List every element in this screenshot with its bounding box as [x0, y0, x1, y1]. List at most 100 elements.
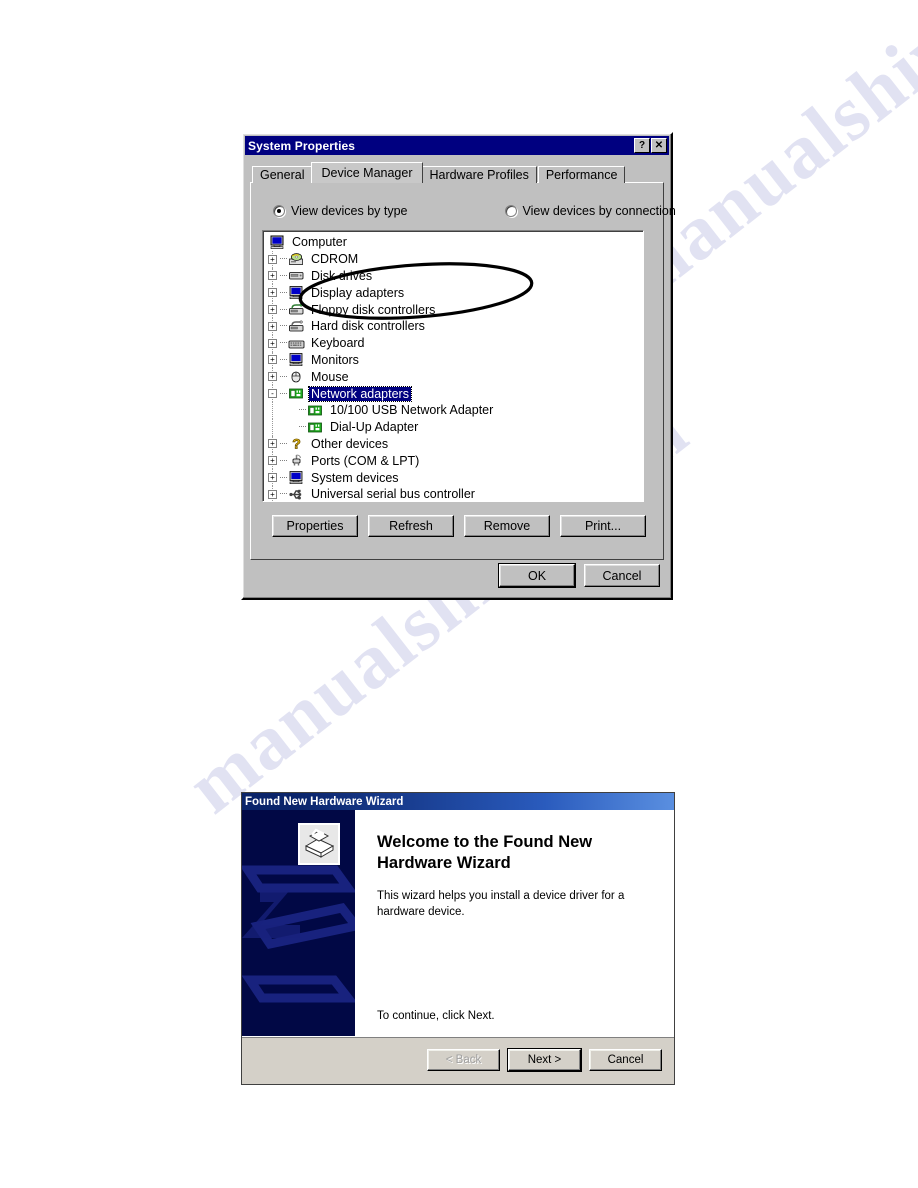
cancel-button-label: Cancel [602, 568, 642, 583]
tab-hardware-profiles[interactable]: Hardware Profiles [421, 166, 537, 183]
tree-guide-dash [280, 442, 287, 445]
tree-guide-dash [299, 426, 306, 428]
expand-toggle-icon[interactable]: + [268, 355, 277, 365]
expand-toggle-icon[interactable]: + [268, 254, 277, 264]
wizard-back-button-label: < Back [445, 1054, 482, 1066]
network-adapter-icon [288, 386, 305, 401]
tree-item-universal-serial-bus-controller[interactable]: + Universal serial bus controller [268, 485, 643, 501]
wizard-back-button[interactable]: < Back [427, 1049, 500, 1071]
radio-button-icon [273, 205, 285, 217]
tree-item-10-100-usb-network-adapter[interactable]: 10/100 USB Network Adapter [268, 401, 643, 419]
device-tree-listbox[interactable]: Computer + CDROM + Disk drives + Display adapt… [262, 230, 644, 502]
tab-general-label: General [260, 168, 305, 182]
tree-guide-dash [280, 308, 287, 311]
expand-toggle-icon[interactable]: + [268, 439, 277, 449]
tab-device-manager-label: Device Manager [321, 166, 413, 180]
tree-item-cdrom[interactable]: + CDROM [268, 250, 643, 268]
tree-item-system-devices[interactable]: + System devices [268, 469, 643, 486]
tree-item-keyboard[interactable]: + Keyboard [268, 334, 643, 352]
tab-performance[interactable]: Performance [537, 166, 626, 183]
remove-button[interactable]: Remove [464, 515, 550, 537]
monitor-icon [288, 352, 305, 367]
wizard-description: This wizard helps you install a device d… [377, 890, 625, 918]
cancel-button[interactable]: Cancel [584, 564, 660, 587]
title-bar: System Properties ? ✕ [245, 136, 669, 155]
tree-guide-dash [280, 274, 287, 277]
wizard-next-button-label: Next > [527, 1054, 562, 1066]
tree-item-ports-com-lpt[interactable]: + Ports (COM & LPT) [268, 452, 643, 470]
expand-toggle-icon[interactable]: + [268, 271, 277, 281]
computer-icon [269, 235, 286, 250]
tree-guide-dash [280, 325, 287, 327]
tab-device-manager[interactable]: Device Manager [311, 162, 423, 183]
refresh-button-label: Refresh [389, 519, 433, 533]
expand-toggle-icon[interactable]: + [268, 305, 277, 315]
tree-item-label: Display adapters [311, 285, 405, 300]
tree-item-disk-drives[interactable]: + Disk drives [268, 267, 643, 285]
tree-guide-dash [280, 493, 287, 495]
tree-guide-dash [280, 459, 287, 462]
tree-item-network-adapters[interactable]: - Network adapters [268, 385, 643, 402]
tree-item-floppy-disk-controllers[interactable]: + Floppy disk controllers [268, 301, 643, 318]
close-button[interactable]: ✕ [651, 138, 667, 153]
tab-strip: General Device Manager Hardware Profiles… [252, 162, 626, 183]
radio-view-by-type[interactable]: View devices by type [273, 204, 408, 218]
properties-button-label: Properties [286, 519, 344, 533]
tree-guide-line [272, 401, 274, 419]
tree-item-label: Other devices [311, 436, 389, 451]
tree-item-monitors[interactable]: + Monitors [268, 351, 643, 369]
refresh-button[interactable]: Refresh [368, 515, 454, 537]
tree-item-label: Ports (COM & LPT) [311, 453, 420, 468]
keyboard-icon [288, 336, 305, 351]
disk-drive-icon [288, 268, 305, 283]
cdrom-icon [288, 252, 305, 267]
wizard-side-banner [242, 810, 355, 1036]
expand-toggle-icon[interactable]: + [268, 489, 277, 499]
tree-item-label: 10/100 USB Network Adapter [330, 403, 494, 418]
wizard-title-bar: Found New Hardware Wizard [242, 793, 674, 810]
ok-button[interactable]: OK [498, 563, 576, 588]
help-button[interactable]: ? [634, 138, 650, 153]
expand-toggle-icon[interactable]: + [268, 456, 277, 466]
network-adapter-icon [307, 420, 324, 435]
radio-view-by-connection[interactable]: View devices by connection [504, 204, 676, 218]
tree-item-computer[interactable]: Computer [268, 234, 643, 251]
tree-item-label: Floppy disk controllers [311, 302, 436, 317]
system-device-icon [288, 470, 305, 485]
tree-guide-dash [299, 409, 306, 411]
tree-item-hard-disk-controllers[interactable]: + Hard disk controllers [268, 317, 643, 335]
tree-guide-dash [280, 342, 287, 344]
properties-button[interactable]: Properties [272, 515, 358, 537]
device-manager-panel: View devices by type View devices by con… [250, 182, 676, 560]
tree-item-mouse[interactable]: + Mouse [268, 368, 643, 386]
network-adapter-icon [307, 403, 324, 418]
display-adapter-icon [288, 285, 305, 300]
expand-toggle-icon[interactable]: + [268, 473, 277, 483]
expand-toggle-icon[interactable]: + [268, 338, 277, 348]
radio-view-by-type-label: View devices by type [291, 204, 408, 218]
tree-item-label: Dial-Up Adapter [330, 420, 419, 435]
tree-item-other-devices[interactable]: +? Other devices [268, 436, 643, 453]
collapse-toggle-icon[interactable]: - [268, 389, 277, 399]
hard-disk-controller-icon [288, 319, 305, 334]
radio-view-by-connection-label: View devices by connection [522, 204, 676, 218]
device-action-buttons: Properties Refresh Remove Print... [272, 515, 646, 537]
wizard-heading: Welcome to the Found New Hardware Wizard [377, 833, 593, 872]
tree-guide-dash [280, 358, 287, 361]
wizard-next-button[interactable]: Next > [507, 1048, 582, 1072]
wizard-content: Welcome to the Found New Hardware Wizard… [355, 810, 674, 1036]
mouse-icon [288, 369, 305, 384]
tree-item-display-adapters[interactable]: + Display adapters [268, 284, 643, 302]
wizard-footer: < Back Next > Cancel [242, 1036, 674, 1084]
tree-guide-dash [280, 476, 287, 479]
expand-toggle-icon[interactable]: + [268, 372, 277, 382]
tree-item-label: Network adapters [308, 385, 412, 402]
print-button[interactable]: Print... [560, 515, 646, 537]
tree-item-dial-up-adapter[interactable]: Dial-Up Adapter [268, 418, 643, 436]
tree-item-label: System devices [311, 470, 399, 485]
expand-toggle-icon[interactable]: + [268, 288, 277, 298]
wizard-cancel-button[interactable]: Cancel [589, 1049, 662, 1071]
expand-toggle-icon[interactable]: + [268, 321, 277, 331]
ok-button-label: OK [527, 568, 547, 583]
tab-general[interactable]: General [252, 166, 313, 183]
